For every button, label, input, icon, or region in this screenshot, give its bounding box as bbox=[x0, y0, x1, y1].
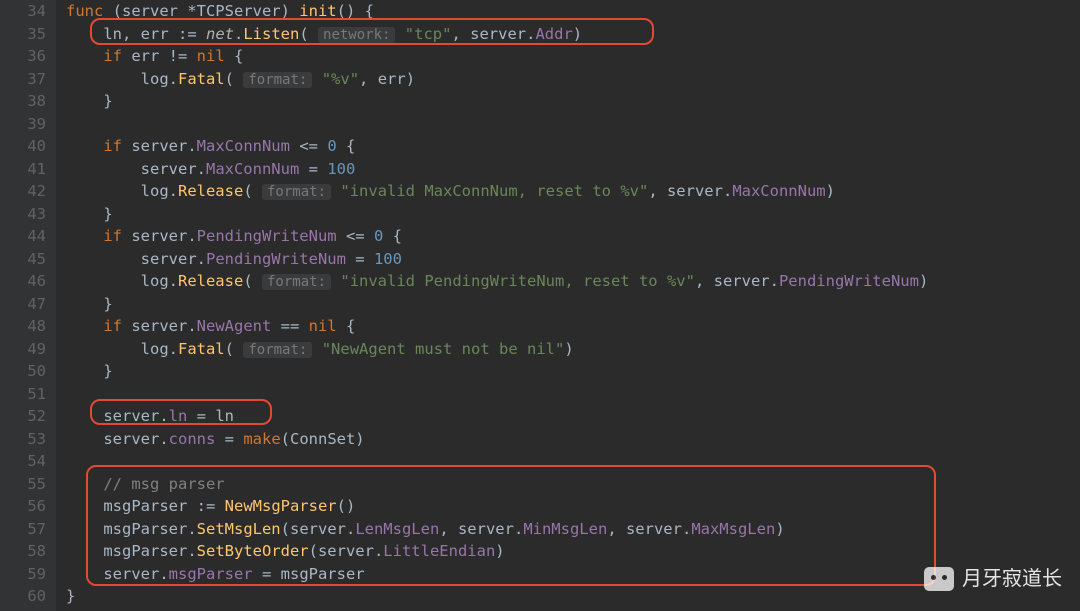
line-number: 55 bbox=[0, 473, 46, 496]
line-number: 38 bbox=[0, 90, 46, 113]
line-number: 54 bbox=[0, 450, 46, 473]
code-line: msgParser.SetMsgLen(server.LenMsgLen, se… bbox=[66, 518, 1080, 541]
code-line: } bbox=[66, 293, 1080, 316]
code-line: ln, err := net.Listen( network: "tcp", s… bbox=[66, 23, 1080, 46]
code-line: if server.MaxConnNum <= 0 { bbox=[66, 135, 1080, 158]
line-number: 59 bbox=[0, 563, 46, 586]
code-line: } bbox=[66, 90, 1080, 113]
line-number: 43 bbox=[0, 203, 46, 226]
line-number: 42 bbox=[0, 180, 46, 203]
code-line: } bbox=[66, 203, 1080, 226]
line-number: 39 bbox=[0, 113, 46, 136]
code-line: } bbox=[66, 360, 1080, 383]
line-number: 52 bbox=[0, 405, 46, 428]
code-area: func (server *TCPServer) init() { ln, er… bbox=[56, 0, 1080, 611]
line-number: 56 bbox=[0, 495, 46, 518]
code-line: msgParser := NewMsgParser() bbox=[66, 495, 1080, 518]
code-line: server.MaxConnNum = 100 bbox=[66, 158, 1080, 181]
line-number: 50 bbox=[0, 360, 46, 383]
code-line: log.Release( format: "invalid MaxConnNum… bbox=[66, 180, 1080, 203]
line-number: 47 bbox=[0, 293, 46, 316]
line-number: 41 bbox=[0, 158, 46, 181]
code-line: if err != nil { bbox=[66, 45, 1080, 68]
watermark-text: 月牙寂道长 bbox=[962, 568, 1062, 591]
code-line: // msg parser bbox=[66, 473, 1080, 496]
code-line: if server.NewAgent == nil { bbox=[66, 315, 1080, 338]
line-number: 40 bbox=[0, 135, 46, 158]
line-number: 36 bbox=[0, 45, 46, 68]
code-line: server.ln = ln bbox=[66, 405, 1080, 428]
line-number: 37 bbox=[0, 68, 46, 91]
line-number: 53 bbox=[0, 428, 46, 451]
line-number: 44 bbox=[0, 225, 46, 248]
line-number: 46 bbox=[0, 270, 46, 293]
code-editor[interactable]: 3435363738394041424344454647484950515253… bbox=[0, 0, 1080, 611]
wechat-icon bbox=[924, 567, 954, 591]
code-line: func (server *TCPServer) init() { bbox=[66, 0, 1080, 23]
code-line bbox=[66, 450, 1080, 473]
code-line: log.Fatal( format: "%v", err) bbox=[66, 68, 1080, 91]
line-number: 60 bbox=[0, 585, 46, 608]
code-line: log.Release( format: "invalid PendingWri… bbox=[66, 270, 1080, 293]
code-line: log.Fatal( format: "NewAgent must not be… bbox=[66, 338, 1080, 361]
line-number: 35 bbox=[0, 23, 46, 46]
code-line bbox=[66, 383, 1080, 406]
line-number-gutter: 3435363738394041424344454647484950515253… bbox=[0, 0, 56, 611]
code-line: server.conns = make(ConnSet) bbox=[66, 428, 1080, 451]
line-number: 34 bbox=[0, 0, 46, 23]
line-number: 48 bbox=[0, 315, 46, 338]
code-line bbox=[66, 113, 1080, 136]
line-number: 45 bbox=[0, 248, 46, 271]
line-number: 58 bbox=[0, 540, 46, 563]
line-number: 49 bbox=[0, 338, 46, 361]
watermark: 月牙寂道长 bbox=[924, 567, 1062, 591]
line-number: 57 bbox=[0, 518, 46, 541]
line-number: 51 bbox=[0, 383, 46, 406]
code-line: server.PendingWriteNum = 100 bbox=[66, 248, 1080, 271]
code-line: msgParser.SetByteOrder(server.LittleEndi… bbox=[66, 540, 1080, 563]
code-line: if server.PendingWriteNum <= 0 { bbox=[66, 225, 1080, 248]
